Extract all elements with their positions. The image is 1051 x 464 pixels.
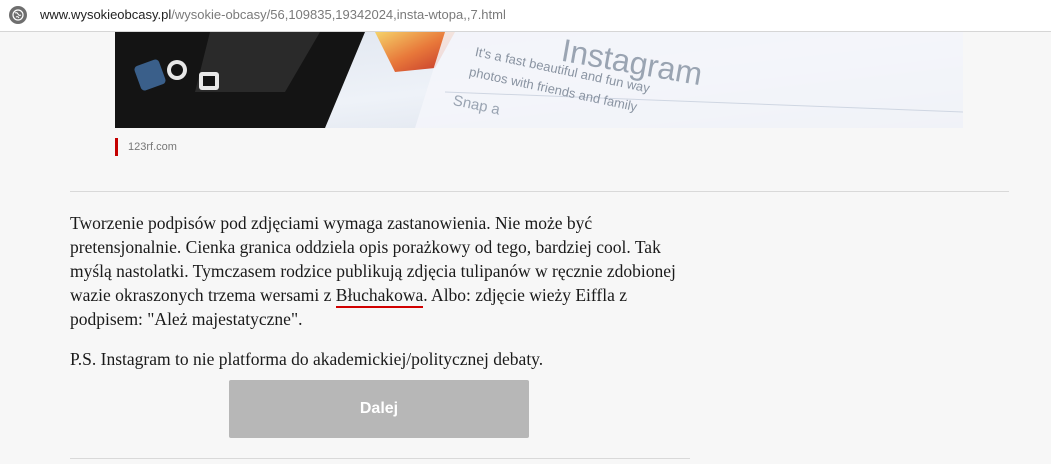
url-path: /wysokie-obcasy/56,109835,19342024,insta… <box>171 7 506 22</box>
content-divider-bottom <box>70 458 690 459</box>
url-text[interactable]: www.wysokieobcasy.pl/wysokie-obcasy/56,1… <box>40 7 506 22</box>
article-paragraph-1: Tworzenie podpisów pod zdjęciami wymaga … <box>70 211 690 331</box>
photo-credit: 123rf.com <box>115 138 177 156</box>
url-host: www.wysokieobcasy.pl <box>40 7 172 22</box>
next-page-button[interactable]: Dalej <box>229 380 529 438</box>
content-divider-top <box>70 191 1009 192</box>
address-bar[interactable]: www.wysokieobcasy.pl/wysokie-obcasy/56,1… <box>0 0 1051 32</box>
article-paragraph-2: P.S. Instagram to nie platforma do akade… <box>70 349 544 369</box>
article-photo: Instagram It's a fast beautiful and fun … <box>115 32 963 128</box>
article-body: Tworzenie podpisów pod zdjęciami wymaga … <box>70 211 690 371</box>
page-info-icon[interactable] <box>9 6 27 24</box>
author-link[interactable]: Błuchakowa <box>335 285 424 308</box>
